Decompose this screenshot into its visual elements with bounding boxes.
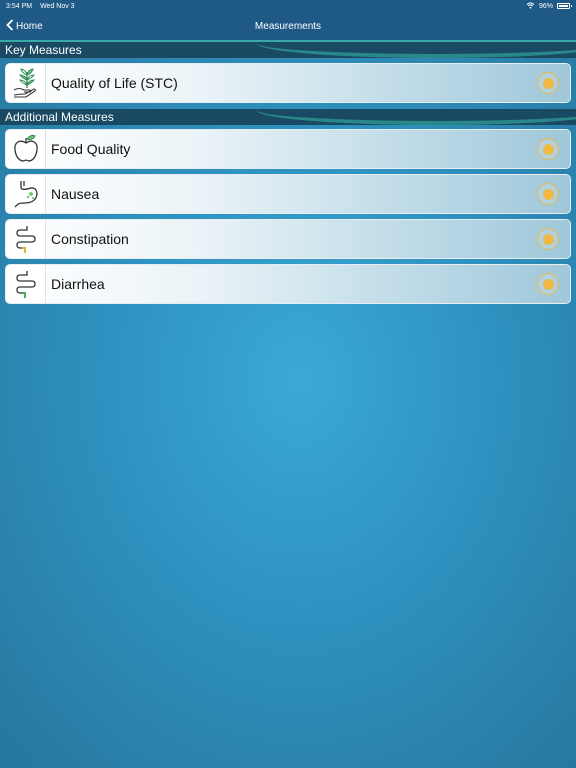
status-date: Wed Nov 3 [40,2,75,10]
battery-percent: 96% [538,2,553,10]
measure-row-food-quality[interactable]: Food Quality [5,129,571,169]
status-time: 3:54 PM [6,2,33,10]
measure-label: Nausea [51,186,100,202]
back-button[interactable]: Home [6,17,43,35]
section-title: Key Measures [5,43,82,57]
status-dot-icon [537,183,559,205]
section-title: Additional Measures [5,110,114,124]
measure-label: Quality of Life (STC) [51,75,178,91]
measure-label: Constipation [51,231,129,247]
navigation-bar: Home Measurements [0,12,576,40]
wifi-icon [526,1,535,11]
apple-icon [6,130,46,168]
section-header-additional-measures: Additional Measures [0,109,576,125]
measure-row-quality-of-life[interactable]: Quality of Life (STC) [5,63,571,103]
page-title: Measurements [254,20,322,32]
back-label: Home [16,20,43,32]
measure-row-nausea[interactable]: Nausea [5,174,571,214]
intestine-icon [6,220,46,258]
measure-row-diarrhea[interactable]: Diarrhea [5,264,571,304]
measure-label: Diarrhea [51,276,105,292]
status-dot-icon [537,273,559,295]
section-header-key-measures: Key Measures [0,42,576,58]
stomach-icon [6,175,46,213]
status-dot-icon [537,138,559,160]
measure-label: Food Quality [51,141,131,157]
intestine-icon [6,265,46,303]
chevron-left-icon [6,18,14,34]
status-dot-icon [537,228,559,250]
status-dot-icon [537,72,559,94]
status-bar: 3:54 PM Wed Nov 3 96% [0,0,576,12]
plant-hand-icon [6,64,46,102]
battery-icon [557,3,572,9]
measure-row-constipation[interactable]: Constipation [5,219,571,259]
